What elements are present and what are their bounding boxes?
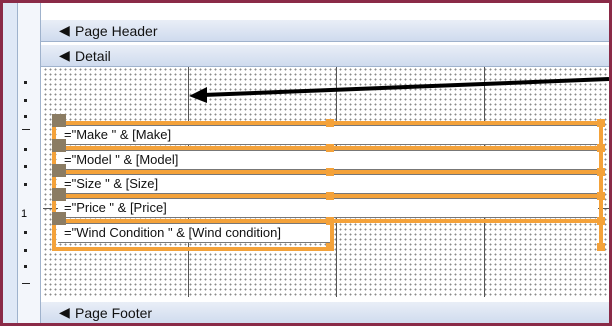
ruler-tick: [24, 265, 27, 268]
sizing-handle[interactable]: [326, 192, 334, 200]
textbox-size[interactable]: ="Size " & [Size]: [58, 174, 598, 194]
ruler-tick: [24, 148, 27, 151]
move-handle[interactable]: [52, 114, 66, 127]
textbox-wind-condition[interactable]: ="Wind Condition " & [Wind condition]: [58, 223, 330, 243]
page-footer-label: Page Footer: [75, 305, 153, 321]
collapse-arrow-icon: ◀: [59, 22, 70, 38]
textbox-price[interactable]: ="Price " & [Price]: [58, 198, 598, 218]
textbox-expression: ="Size " & [Size]: [64, 176, 159, 191]
ruler-tick: [24, 183, 27, 186]
textbox-expression: ="Price " & [Price]: [64, 200, 167, 215]
sizing-handle[interactable]: [597, 119, 605, 127]
ruler-tick: [22, 283, 30, 284]
textbox-make[interactable]: ="Make " & [Make]: [58, 125, 598, 145]
ruler-tick: [22, 129, 30, 130]
move-handle[interactable]: [52, 139, 66, 152]
selection-border: [599, 121, 603, 251]
sizing-handle[interactable]: [326, 119, 334, 127]
move-handle[interactable]: [52, 212, 66, 225]
sizing-handle[interactable]: [326, 144, 334, 152]
move-handle[interactable]: [52, 188, 66, 201]
detail-band[interactable]: ◀ Detail: [41, 44, 609, 67]
ruler-tick: [24, 231, 27, 234]
move-handle[interactable]: [52, 164, 66, 177]
sizing-handle[interactable]: [326, 217, 334, 225]
ruler-tick: [24, 99, 27, 102]
textbox-expression: ="Wind Condition " & [Wind condition]: [64, 225, 281, 240]
vertical-ruler: 1: [18, 3, 41, 323]
page-header-band[interactable]: ◀ Page Header: [41, 19, 609, 42]
textbox-expression: ="Make " & [Make]: [64, 127, 172, 142]
collapse-arrow-icon: ◀: [59, 304, 70, 320]
sizing-handle[interactable]: [597, 168, 605, 176]
ruler-tick: [24, 165, 27, 168]
sizing-handle[interactable]: [597, 243, 605, 251]
sizing-handle[interactable]: [326, 243, 334, 251]
detail-label: Detail: [75, 48, 111, 64]
textbox-model[interactable]: ="Model " & [Model]: [58, 150, 598, 170]
collapse-arrow-icon: ◀: [59, 47, 70, 63]
ruler-tick: [24, 115, 27, 118]
sizing-handle[interactable]: [597, 192, 605, 200]
ruler-tick: [24, 249, 27, 252]
textbox-expression: ="Model " & [Model]: [64, 152, 179, 167]
ruler-tick: [24, 81, 27, 84]
selection-border: [52, 247, 332, 251]
page-footer-band[interactable]: ◀ Page Footer: [41, 301, 609, 323]
page-header-label: Page Header: [75, 23, 158, 39]
report-design-window: 1 ◀ Page Header ◀ Detail ="Make " & [Mak…: [0, 0, 612, 326]
sizing-handle[interactable]: [597, 217, 605, 225]
sizing-handle[interactable]: [326, 168, 334, 176]
section-selector-strip[interactable]: [3, 3, 18, 323]
sizing-handle[interactable]: [597, 144, 605, 152]
ruler-number: 1: [21, 208, 28, 220]
